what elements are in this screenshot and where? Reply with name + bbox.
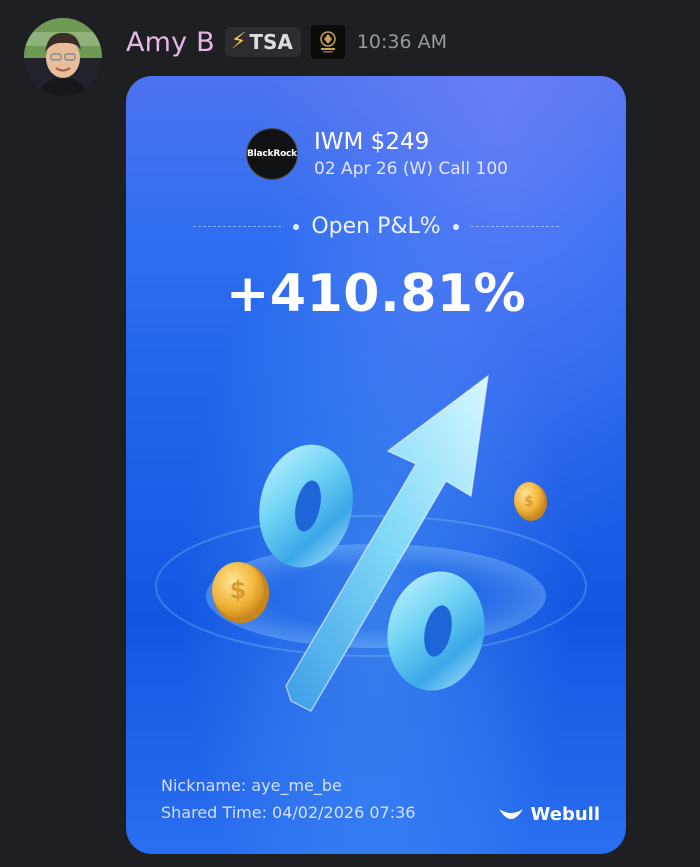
message-header: Amy B ⚡ TSA 10:36 AM [126,22,447,62]
chat-message: Amy B ⚡ TSA 10:36 AM BlackRock IWM $249 … [0,0,700,867]
option-contract-details: 02 Apr 26 (W) Call 100 [314,159,508,179]
shared-time-line: Shared Time: 04/02/2026 07:36 [161,803,416,822]
role-tag-label: TSA [249,30,293,54]
coin-right-icon: $ [514,482,547,521]
nickname-line: Nickname: aye_me_be [161,776,342,795]
message-timestamp: 10:36 AM [356,31,448,53]
pnl-label: Open P&L% [311,214,441,239]
svg-text:$: $ [524,494,534,510]
divider-right [470,226,559,227]
percent-arrow-illustration: $ $ [155,374,587,712]
ticker-row: BlackRock IWM $249 02 Apr 26 (W) Call 10… [246,128,508,180]
server-crest-icon[interactable] [310,25,345,59]
webull-icon [498,808,523,819]
divider-left [193,226,282,227]
webull-logo: Webull [497,804,600,825]
divider-dot-right [452,223,459,230]
shared-pnl-card[interactable]: BlackRock IWM $249 02 Apr 26 (W) Call 10… [126,76,626,854]
user-avatar[interactable] [24,18,102,96]
username[interactable]: Amy B [126,27,215,58]
pnl-label-row: Open P&L% [126,214,626,239]
svg-text:$: $ [230,576,247,604]
pnl-percentage-value: +410.81% [225,264,527,324]
divider-dot-left [293,223,300,230]
ticker-title: IWM $249 [314,129,430,155]
webull-label: Webull [530,804,600,825]
blackrock-logo: BlackRock [246,128,298,180]
ticker-text: IWM $249 02 Apr 26 (W) Call 100 [314,129,508,179]
lightning-bolt-icon: ⚡ [230,29,247,54]
card-footer-info: Nickname: aye_me_be Shared Time: 04/02/2… [161,776,415,822]
role-tag[interactable]: ⚡ TSA [224,27,301,57]
